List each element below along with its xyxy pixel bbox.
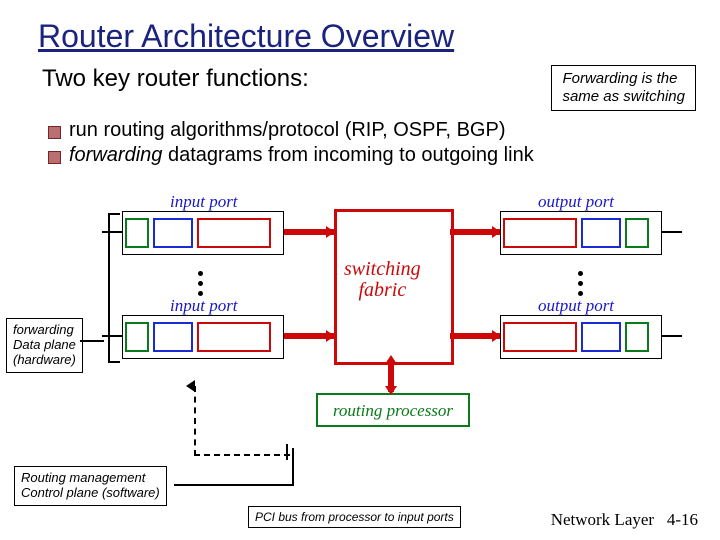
bullet-text: run routing algorithms/protocol (RIP, OS… bbox=[69, 119, 505, 142]
slide-title: Router Architecture Overview bbox=[0, 0, 720, 61]
stage-phy bbox=[125, 322, 149, 352]
bullet-text: forwarding datagrams from incoming to ou… bbox=[69, 144, 534, 167]
footer-page: 4-16 bbox=[667, 510, 698, 529]
bullet-rest: datagrams from incoming to outgoing link bbox=[162, 144, 533, 166]
note-box: Forwarding is the same as switching bbox=[551, 65, 696, 111]
input-port-top bbox=[122, 211, 284, 255]
output-port-bottom bbox=[500, 315, 662, 359]
stage-phy bbox=[625, 322, 649, 352]
stage-link bbox=[581, 218, 621, 248]
arrowhead-icon bbox=[326, 330, 335, 342]
forwarding-plane-note: forwarding Data plane (hardware) bbox=[6, 318, 83, 373]
arrowhead-icon bbox=[326, 226, 335, 238]
wire bbox=[662, 335, 682, 337]
stage-link bbox=[153, 322, 193, 352]
connector-line bbox=[292, 448, 294, 486]
output-port-label: output port bbox=[538, 296, 614, 316]
stage-queue bbox=[503, 322, 577, 352]
dashed-connector bbox=[194, 386, 290, 456]
wire bbox=[286, 444, 288, 460]
stage-queue bbox=[197, 322, 271, 352]
input-port-label: input port bbox=[170, 192, 238, 212]
bullet-icon bbox=[48, 151, 61, 164]
arrowhead-icon bbox=[186, 380, 195, 392]
stage-phy bbox=[125, 218, 149, 248]
wire bbox=[662, 231, 682, 233]
bullet-icon bbox=[48, 126, 61, 139]
stage-link bbox=[153, 218, 193, 248]
subtitle-row: Two key router functions: Forwarding is … bbox=[0, 61, 720, 111]
stage-link bbox=[581, 322, 621, 352]
ellipsis-dots bbox=[578, 271, 583, 296]
output-port-label: output port bbox=[538, 192, 614, 212]
pci-note: PCI bus from processor to input ports bbox=[248, 506, 461, 528]
ellipsis-dots bbox=[198, 271, 203, 296]
connector-line bbox=[174, 484, 294, 486]
stage-queue bbox=[503, 218, 577, 248]
stage-queue bbox=[197, 218, 271, 248]
arrowhead-icon bbox=[492, 226, 501, 238]
input-port-label: input port bbox=[170, 296, 238, 316]
stage-phy bbox=[625, 218, 649, 248]
output-port-top bbox=[500, 211, 662, 255]
routing-processor: routing processor bbox=[316, 393, 470, 427]
bullet-emph: forwarding bbox=[69, 144, 162, 166]
arrowhead-icon bbox=[385, 355, 397, 364]
footer-section: Network Layer bbox=[551, 510, 654, 529]
arrowhead-icon bbox=[385, 386, 397, 395]
switching-label: switching fabric bbox=[344, 259, 421, 301]
slide-footer: Network Layer 4-16 bbox=[551, 510, 698, 530]
connector-line bbox=[80, 340, 104, 342]
bullet-item: run routing algorithms/protocol (RIP, OS… bbox=[48, 119, 690, 142]
input-port-bottom bbox=[122, 315, 284, 359]
subtitle: Two key router functions: bbox=[42, 65, 511, 93]
arrowhead-icon bbox=[492, 330, 501, 342]
bullet-item: forwarding datagrams from incoming to ou… bbox=[48, 144, 690, 167]
routing-mgmt-note: Routing management Control plane (softwa… bbox=[14, 466, 167, 506]
bracket bbox=[108, 213, 120, 363]
bullet-list: run routing algorithms/protocol (RIP, OS… bbox=[0, 111, 720, 175]
